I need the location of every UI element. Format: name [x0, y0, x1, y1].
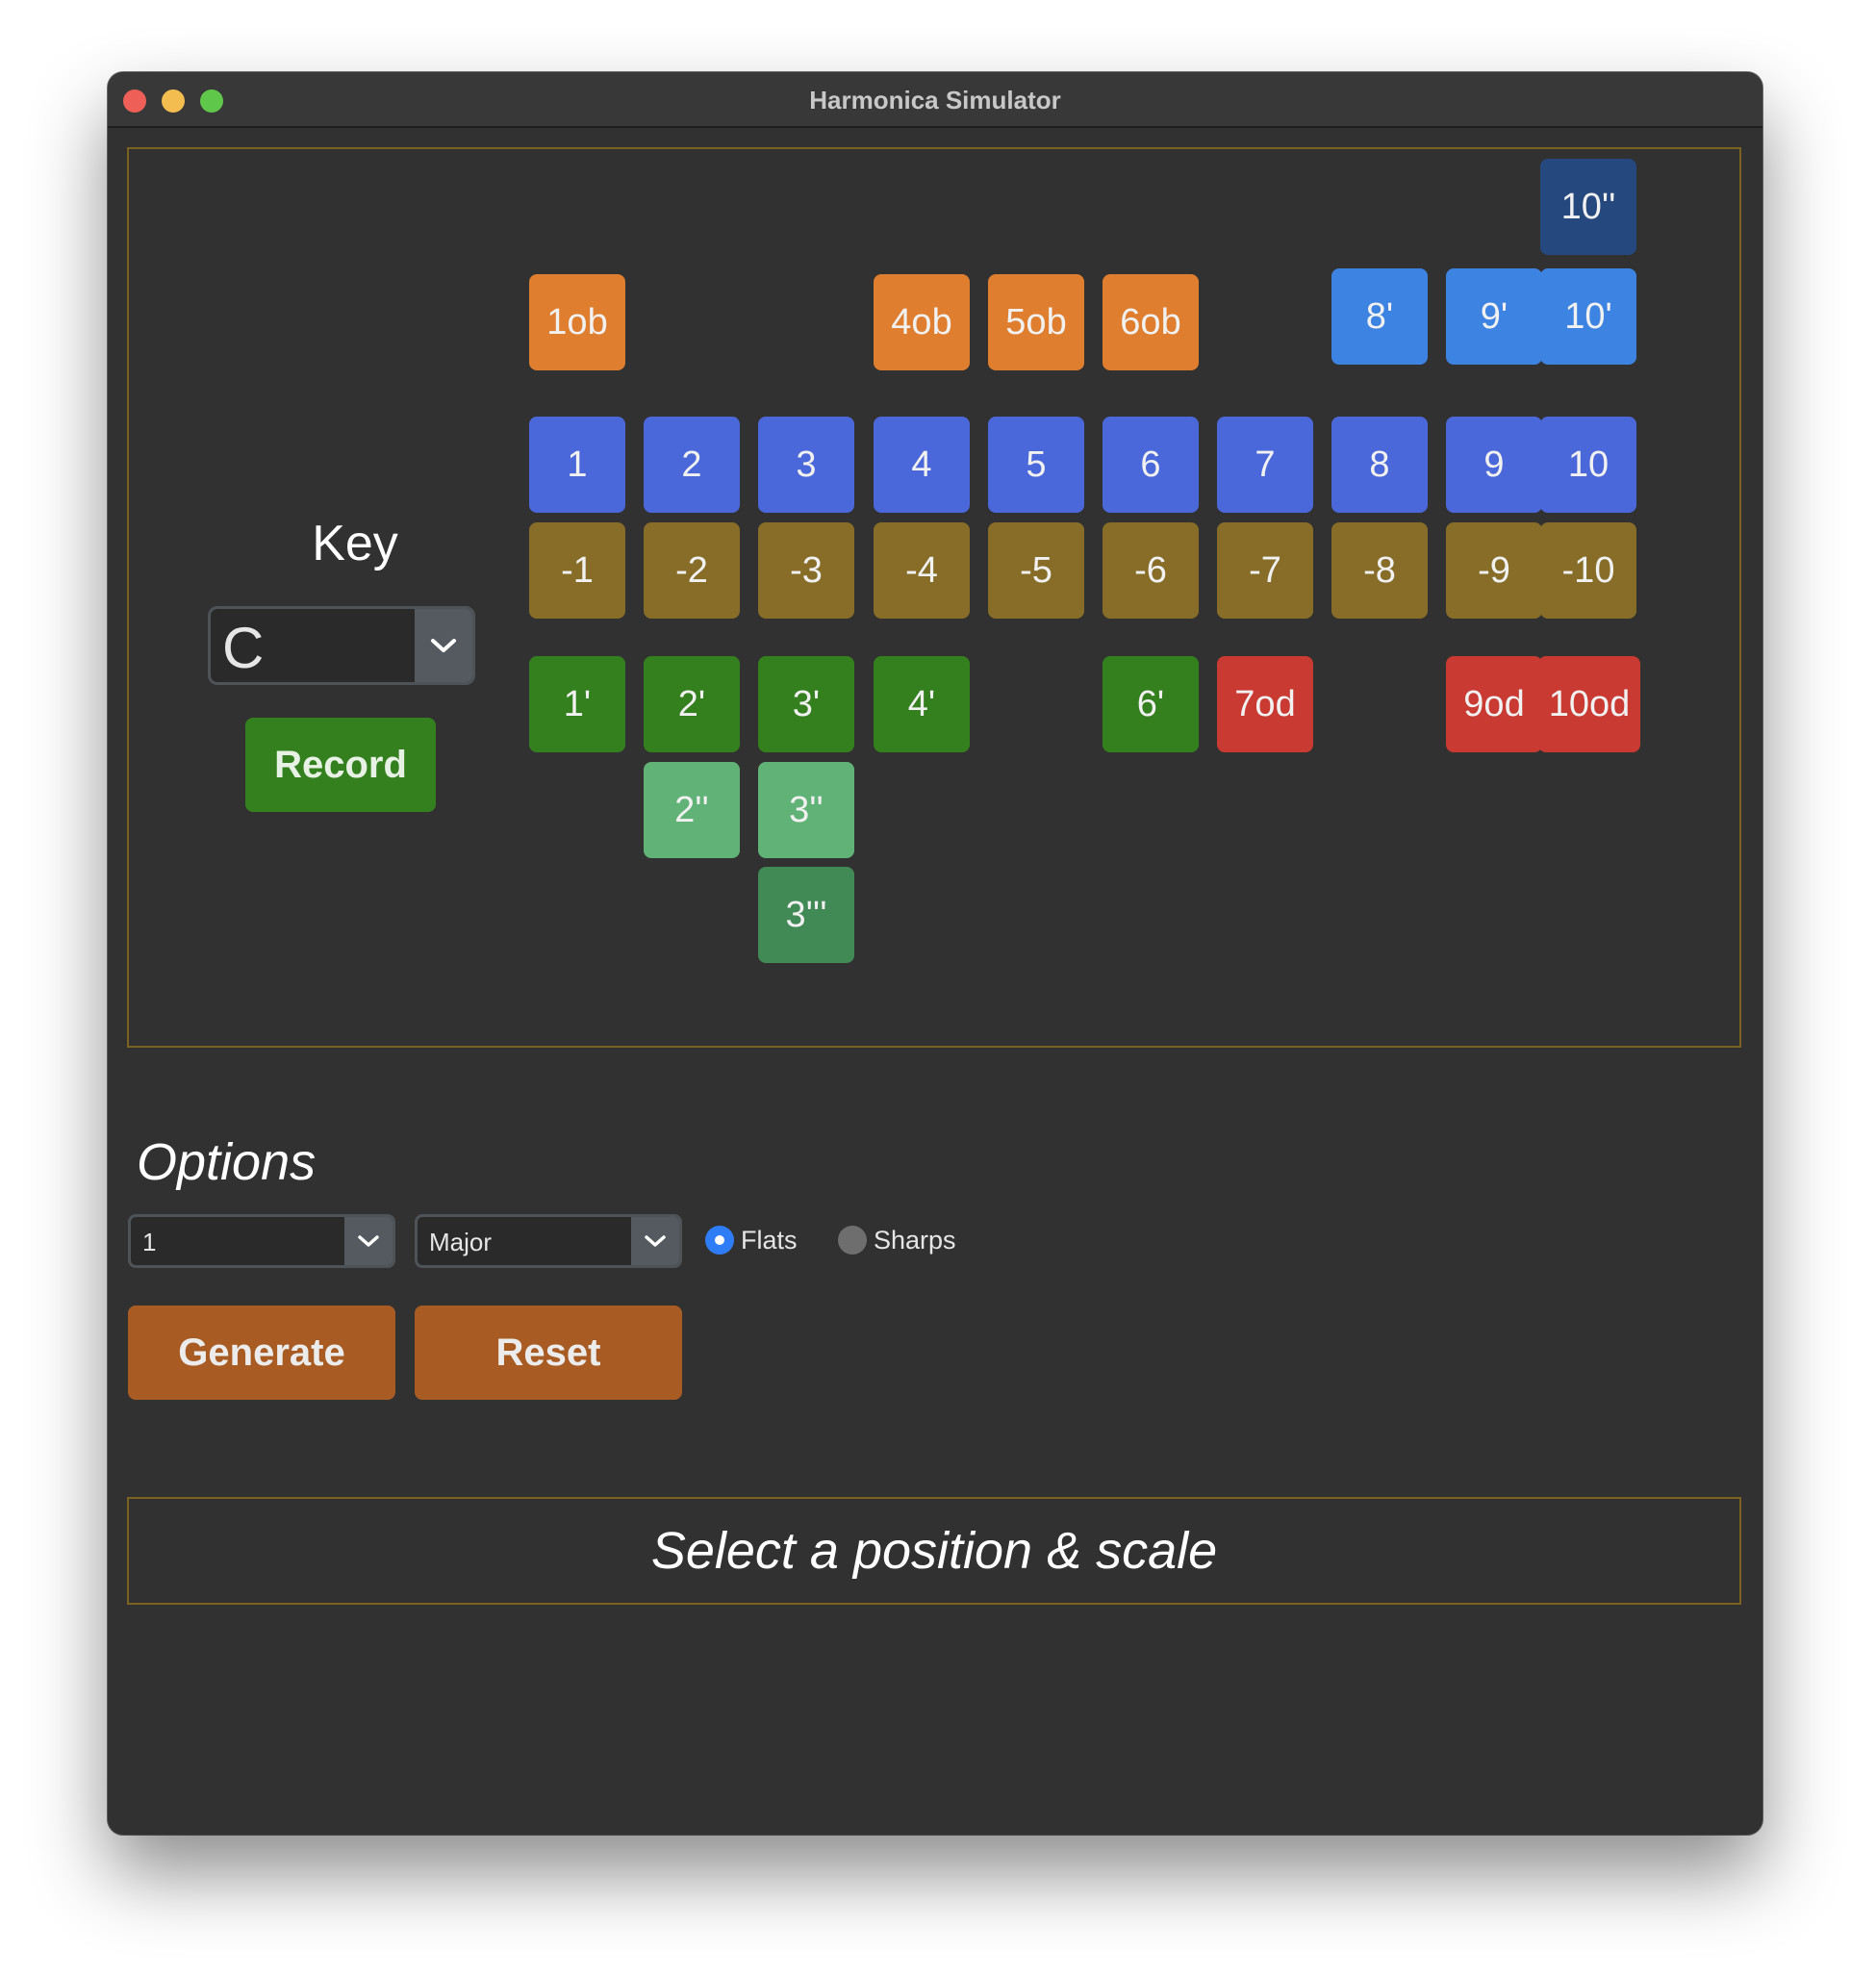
hole-3-blow[interactable]: 3: [758, 417, 854, 513]
hole-2-draw[interactable]: -2: [644, 522, 740, 619]
position-select[interactable]: 1: [128, 1214, 395, 1268]
scale-select[interactable]: Major: [415, 1214, 682, 1268]
app-window: Harmonica Simulator Key C Record 10'' 1o…: [108, 72, 1762, 1835]
hole-4-overblow[interactable]: 4ob: [874, 274, 970, 370]
hole-6-blow[interactable]: 6: [1103, 417, 1199, 513]
chevron-down-icon: [344, 1217, 393, 1265]
hole-8-draw[interactable]: -8: [1331, 522, 1428, 619]
hole-10-draw[interactable]: -10: [1540, 522, 1636, 619]
hole-5-overblow[interactable]: 5ob: [988, 274, 1084, 370]
key-select-value: C: [222, 616, 265, 680]
options-title: Options: [137, 1133, 317, 1191]
hole-4-draw-bend[interactable]: 4': [874, 656, 970, 752]
hole-4-blow[interactable]: 4: [874, 417, 970, 513]
sharps-radio[interactable]: [838, 1226, 867, 1255]
hole-10-overdraw[interactable]: 10od: [1538, 656, 1640, 752]
hole-3-draw[interactable]: -3: [758, 522, 854, 619]
flats-label: Flats: [741, 1226, 798, 1255]
hole-8-blow-bend[interactable]: 8': [1331, 268, 1428, 365]
hole-9-blow-bend[interactable]: 9': [1446, 268, 1542, 365]
hole-5-blow[interactable]: 5: [988, 417, 1084, 513]
hole-9-overdraw[interactable]: 9od: [1446, 656, 1542, 752]
reset-button[interactable]: Reset: [415, 1306, 682, 1400]
sharps-label: Sharps: [874, 1226, 956, 1255]
hole-1-draw-bend[interactable]: 1': [529, 656, 625, 752]
hole-5-draw[interactable]: -5: [988, 522, 1084, 619]
hole-6-draw[interactable]: -6: [1103, 522, 1199, 619]
hole-2-blow[interactable]: 2: [644, 417, 740, 513]
window-title: Harmonica Simulator: [809, 86, 1061, 114]
hole-4-draw[interactable]: -4: [874, 522, 970, 619]
hole-7-overdraw[interactable]: 7od: [1217, 656, 1313, 752]
scale-select-value: Major: [429, 1228, 493, 1256]
hole-3-triple-draw-bend[interactable]: 3''': [758, 867, 854, 963]
hole-1-blow[interactable]: 1: [529, 417, 625, 513]
hole-10-blow-bend[interactable]: 10': [1540, 268, 1636, 365]
harmonica-panel: Key C Record 10'' 1ob 4ob 5ob 6ob 8' 9' …: [127, 147, 1741, 1048]
hole-7-draw[interactable]: -7: [1217, 522, 1313, 619]
key-select[interactable]: C: [208, 606, 475, 685]
hole-6-overblow[interactable]: 6ob: [1103, 274, 1199, 370]
hole-2-draw-bend[interactable]: 2': [644, 656, 740, 752]
hole-6-draw-bend[interactable]: 6': [1103, 656, 1199, 752]
hole-3-double-draw-bend[interactable]: 3'': [758, 762, 854, 858]
hole-7-blow[interactable]: 7: [1217, 417, 1313, 513]
hole-3-draw-bend[interactable]: 3': [758, 656, 854, 752]
generate-button[interactable]: Generate: [128, 1306, 395, 1400]
hole-1-overblow[interactable]: 1ob: [529, 274, 625, 370]
key-label: Key: [312, 516, 398, 571]
flats-radio[interactable]: [705, 1226, 734, 1255]
status-message: Select a position & scale: [127, 1497, 1741, 1605]
hole-10-blow[interactable]: 10: [1540, 417, 1636, 513]
chevron-down-icon: [415, 609, 472, 682]
record-button[interactable]: Record: [245, 718, 436, 812]
title-bar: Harmonica Simulator: [108, 72, 1762, 128]
hole-8-blow[interactable]: 8: [1331, 417, 1428, 513]
hole-9-blow[interactable]: 9: [1446, 417, 1542, 513]
hole-10-double-blow-bend[interactable]: 10'': [1540, 159, 1636, 255]
hole-2-double-draw-bend[interactable]: 2'': [644, 762, 740, 858]
hole-9-draw[interactable]: -9: [1446, 522, 1542, 619]
hole-1-draw[interactable]: -1: [529, 522, 625, 619]
position-select-value: 1: [142, 1228, 157, 1256]
chevron-down-icon: [631, 1217, 679, 1265]
